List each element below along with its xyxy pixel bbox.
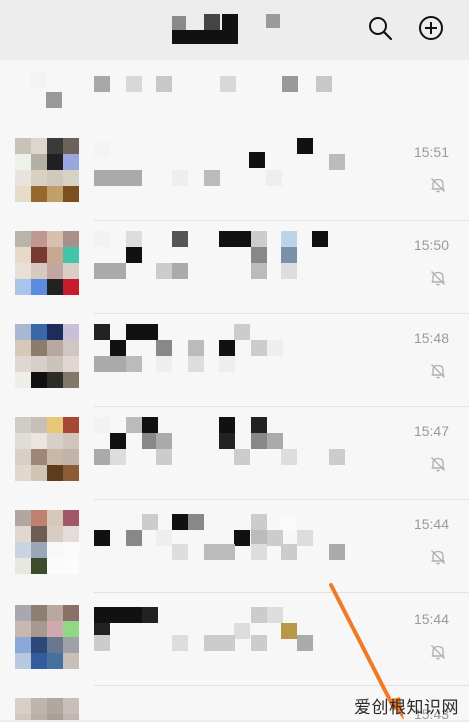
mute-bell-icon [431,457,445,472]
chat-time: 15:47 [413,423,449,439]
avatar[interactable] [15,510,79,574]
chat-row[interactable]: 15:47 [0,407,469,500]
search-icon[interactable] [367,15,393,41]
mute-bell-icon [431,550,445,565]
plus-circle-icon[interactable] [418,15,444,41]
chat-time: 15:44 [413,611,449,627]
title-pixel [266,14,280,28]
chat-time: 15:44 [413,516,449,532]
chat-row-pinned[interactable] [0,60,469,128]
chat-row[interactable]: 15:44 [0,593,469,686]
chat-time: 15:50 [413,237,449,253]
chat-row[interactable]: 15:51 [0,128,469,221]
chat-list: 15:51 15:50 15:48 15:47 15:44 15:44 15:4… [0,60,469,722]
chat-time: 15:48 [413,330,449,346]
chat-row[interactable]: 15:48 [0,314,469,407]
chat-time: 15:51 [413,144,449,160]
mute-bell-icon [431,178,445,193]
avatar[interactable] [15,417,79,481]
avatar[interactable] [15,324,79,388]
top-bar [0,0,469,60]
mute-bell-icon [431,364,445,379]
page-title-pixelated [172,14,238,44]
avatar[interactable] [15,605,79,669]
mute-bell-icon [431,645,445,660]
avatar[interactable] [15,698,79,720]
chat-row[interactable]: 15:50 [0,221,469,314]
avatar[interactable] [15,231,79,295]
chat-row[interactable]: 15:44 [0,500,469,593]
mute-bell-icon [431,271,445,286]
watermark: 爱创根知识网 [354,698,459,717]
avatar[interactable] [15,138,79,202]
